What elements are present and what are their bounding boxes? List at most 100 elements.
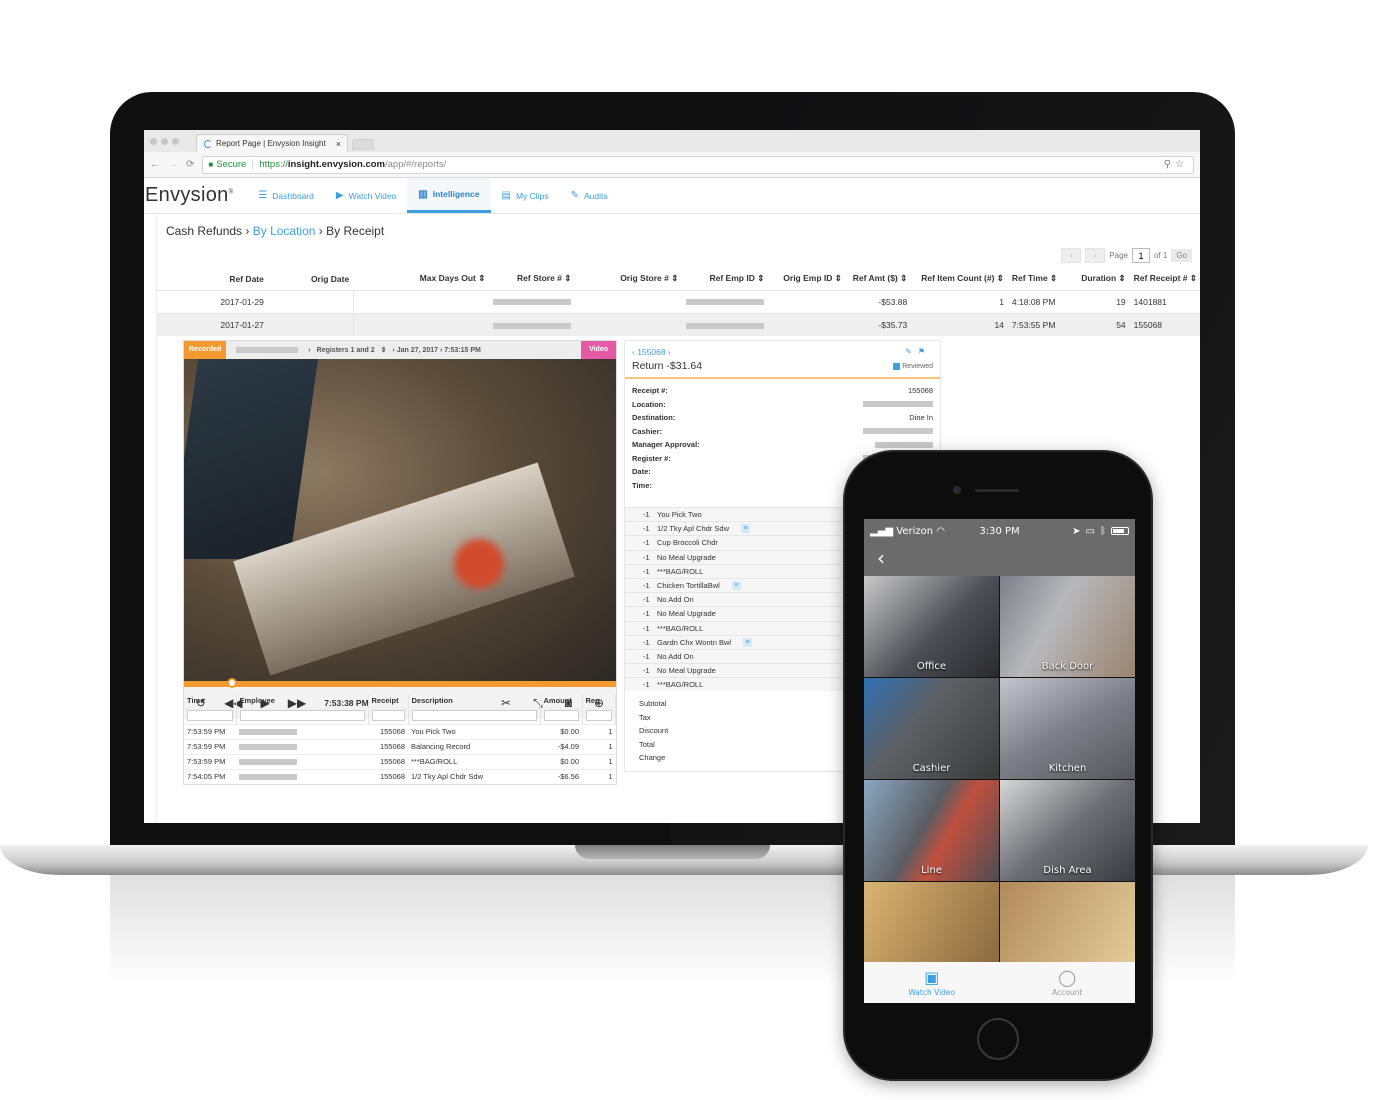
browser-tab[interactable]: Report Page | Envysion Insight × [196,134,348,152]
filter-employee[interactable] [239,710,365,721]
redacted-value [863,428,933,435]
front-camera [953,486,961,494]
go-button[interactable]: Go [1171,249,1192,262]
camera-tile[interactable]: Line [864,780,999,881]
key-icon[interactable]: ⚲ [1164,159,1175,170]
breadcrumb-by-location[interactable]: By Location [253,224,316,238]
mobile-tabbar: ▣ Watch Video ◯ Account [864,962,1135,1003]
reload-icon[interactable]: ⟳ [186,159,194,170]
col-orig-emp[interactable]: Orig Emp ID ⇕ [768,268,846,290]
col-orig-store[interactable]: Orig Store # ⇕ [575,268,682,290]
table-row[interactable]: 2017-01-27 -$35.73 14 7:53:55 PM 54 1550… [157,312,1200,336]
col-ref-store[interactable]: Ref Store # ⇕ [489,268,575,290]
tab-account[interactable]: ◯ Account [1000,962,1136,1003]
camera-tile[interactable]: Kitchen [1000,678,1135,779]
nav-audits[interactable]: ✎ Audits [560,178,619,213]
nav-watch-video[interactable]: ▶ Watch Video [325,178,407,213]
status-time: 3:30 PM [979,525,1020,537]
nav-intelligence[interactable]: ▥ Intelligence [407,178,491,213]
filter-reg[interactable] [585,710,612,721]
next-receipt-icon[interactable]: › [666,347,671,357]
col-max-days-out[interactable]: Max Days Out ⇕ [353,268,489,290]
back-chevron-icon[interactable]: ‹ [864,543,1135,576]
reviewed-checkbox[interactable]: Reviewed [893,363,933,370]
receipt-field: Cashier: [632,425,933,439]
battery-icon [1111,527,1129,535]
url-input[interactable]: ■ Secure https://insight.envysion.com/ap… [202,155,1194,174]
table-row[interactable]: 7:54:05 PM 155068 1/2 Tky Apl Chdr Sdw -$6.… [184,768,616,784]
camera-tile[interactable]: Dish Area [1000,780,1135,881]
video-badge[interactable]: Video [581,341,616,359]
camera-tile[interactable]: Cashier [864,678,999,779]
col-ref-date[interactable]: Ref Date [157,268,268,290]
col-employee[interactable]: Employee [236,694,369,708]
col-description[interactable]: Description [408,694,541,708]
video-frame[interactable] [184,359,616,681]
nav-dashboard[interactable]: ☰ Dashboard [247,178,325,213]
table-row[interactable]: 7:53:59 PM 155068 ***BAG/ROLL $0.00 1 [184,753,616,769]
bookmark-star-icon[interactable]: ☆ [1175,159,1188,170]
url-host: insight.envysion.com [287,159,385,170]
loading-icon [204,139,212,148]
page-input[interactable] [1131,248,1150,263]
receipt-field: Receipt #: 155068 [632,386,933,396]
phone-frame: ▂▄▆ Verizon ◠ 3:30 PM ➤ ▭ ᛒ ‹ Office Back … [845,452,1151,1079]
new-tab-button[interactable] [352,139,374,150]
camera-tile[interactable]: Office [864,576,999,677]
back-icon[interactable]: ← [150,159,160,170]
prev-page-button[interactable]: ‹ [1061,248,1082,263]
col-amount[interactable]: Amount [540,694,583,708]
registers-label[interactable]: Registers 1 and 2 [317,347,375,354]
redacted-location [236,347,299,353]
laptop-notch [575,845,770,859]
breadcrumb-current: By Receipt [326,224,385,238]
close-tab-icon[interactable]: × [336,139,341,149]
table-row[interactable]: 2017-01-29 -$53.88 1 4:18:08 PM 19 14018… [157,289,1200,313]
lock-icon: ■ [208,160,214,169]
receipt-field: Destination: Dine In [632,413,933,423]
col-ref-receipt[interactable]: Ref Receipt # ⇕ [1130,268,1200,290]
nav-my-clips[interactable]: ▤ My Clips [491,178,560,213]
camera-grid: Office Back Door Cashier Kitchen Line Di… [864,576,1135,962]
col-orig-date[interactable]: Orig Date [268,268,353,290]
list-icon[interactable]: ≡ [743,637,753,647]
table-row[interactable]: 7:53:59 PM 155068 You Pick Two $0.00 1 [184,723,616,739]
home-button[interactable] [977,1018,1019,1060]
seek-handle[interactable] [227,678,238,688]
receipt-nav[interactable]: ‹ 155068 › [632,347,933,357]
next-page-button[interactable]: › [1085,248,1106,263]
receipt-field: Location: [632,398,933,412]
forward-icon[interactable]: → [168,159,178,170]
col-reg[interactable]: Reg [582,694,616,708]
filter-receipt[interactable] [371,710,405,721]
col-duration[interactable]: Duration ⇕ [1061,268,1130,290]
tab-watch-video[interactable]: ▣ Watch Video [864,962,1000,1003]
breadcrumb-root[interactable]: Cash Refunds [166,224,242,238]
receipt-title: Return -$31.64 [632,360,703,372]
col-ref-time[interactable]: Ref Time ⇕ [1008,268,1061,290]
list-icon[interactable]: ≡ [740,524,750,534]
col-receipt[interactable]: Receipt [368,694,409,708]
col-time[interactable]: Time [184,694,237,708]
camera-tile[interactable] [864,882,999,962]
flag-icon[interactable]: ⚑ [918,347,931,356]
redacted-value [686,299,765,306]
col-ref-item-count[interactable]: Ref Item Count (#) ⇕ [911,268,1008,290]
link-icon[interactable]: ✎ [905,347,918,356]
app-nav: Envysion® ☰ Dashboard ▶ Watch Video ▥ Intel… [144,178,1200,214]
envysion-logo[interactable]: Envysion® [144,178,233,213]
list-icon[interactable]: ≡ [731,581,741,591]
col-ref-emp[interactable]: Ref Emp ID ⇕ [682,268,768,290]
filter-description[interactable] [411,710,537,721]
filter-amount[interactable] [543,710,579,721]
dashboard-icon: ☰ [258,190,268,201]
camera-tile[interactable] [1000,882,1135,962]
window-controls[interactable] [150,138,179,145]
col-ref-amt[interactable]: Ref Amt ($) ⇕ [846,268,911,290]
table-row[interactable]: 7:53:59 PM 155068 Balancing Record -$4.09 1 [184,738,616,754]
status-bar: ▂▄▆ Verizon ◠ 3:30 PM ➤ ▭ ᛒ [864,519,1135,543]
register-sort-icon[interactable]: ⇕ [381,346,387,354]
filter-time[interactable] [187,710,233,721]
seek-bar[interactable] [184,678,616,688]
camera-tile[interactable]: Back Door [1000,576,1135,677]
